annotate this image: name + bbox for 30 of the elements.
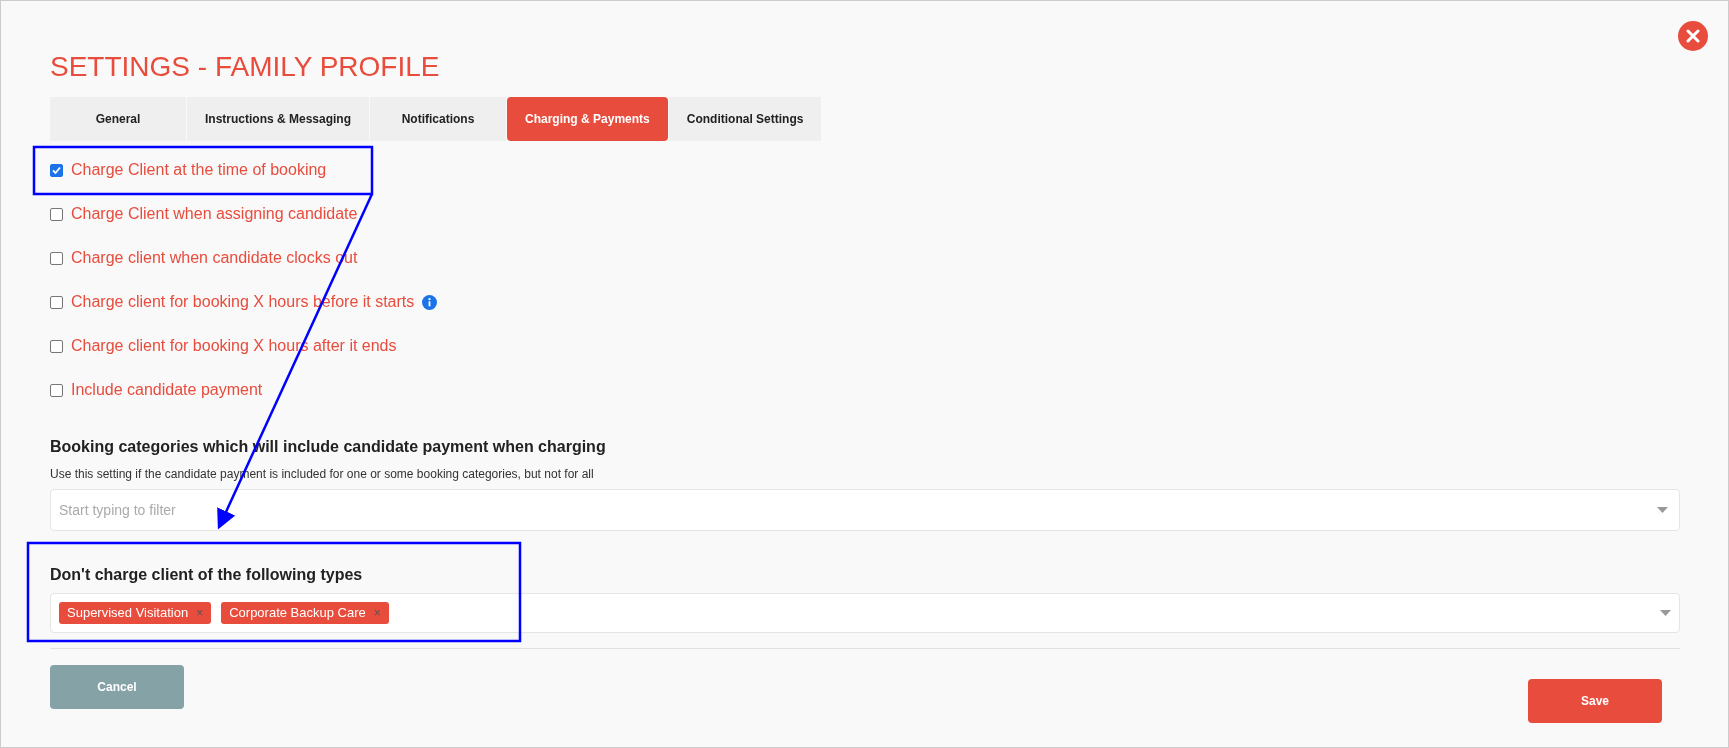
remove-tag-button[interactable]: × — [196, 604, 204, 622]
close-icon — [1686, 29, 1700, 43]
option-label: Include candidate payment — [71, 380, 263, 400]
tag-label: Supervised Visitation — [67, 604, 189, 623]
checkbox[interactable] — [50, 251, 63, 265]
types-select-field[interactable]: Supervised Visitation × Corporate Backup Care × — [50, 593, 1680, 633]
save-button[interactable]: Save — [1528, 679, 1662, 723]
remove-tag-button[interactable]: × — [373, 604, 381, 622]
tab[interactable]: Charging & Payments — [507, 97, 668, 141]
category-filter-field[interactable]: Start typing to filter — [50, 489, 1680, 531]
checkbox[interactable] — [50, 383, 63, 397]
option-label: Charge Client when assigning candidate — [71, 204, 358, 224]
checkbox[interactable] — [50, 339, 63, 353]
tab[interactable]: Notifications — [370, 97, 507, 141]
tab[interactable]: General — [50, 97, 186, 141]
info-icon[interactable] — [422, 294, 438, 310]
dropdown-caret-icon — [1660, 610, 1671, 616]
checkbox[interactable] — [50, 163, 63, 177]
section-heading: Don't charge client of the following types — [50, 565, 363, 585]
checkbox[interactable] — [50, 295, 63, 309]
option-label: Charge Client at the time of booking — [71, 160, 327, 180]
check-icon — [52, 165, 61, 175]
tag-label: Corporate Backup Care — [229, 604, 366, 623]
page-title: SETTINGS - FAMILY PROFILE — [50, 50, 440, 84]
close-button[interactable] — [1678, 21, 1708, 51]
cancel-button[interactable]: Cancel — [50, 665, 184, 709]
tab[interactable]: Instructions & Messaging — [187, 97, 370, 141]
dropdown-caret-icon — [1657, 507, 1668, 513]
tab[interactable]: Conditional Settings — [668, 97, 822, 141]
checkbox[interactable] — [50, 207, 63, 221]
